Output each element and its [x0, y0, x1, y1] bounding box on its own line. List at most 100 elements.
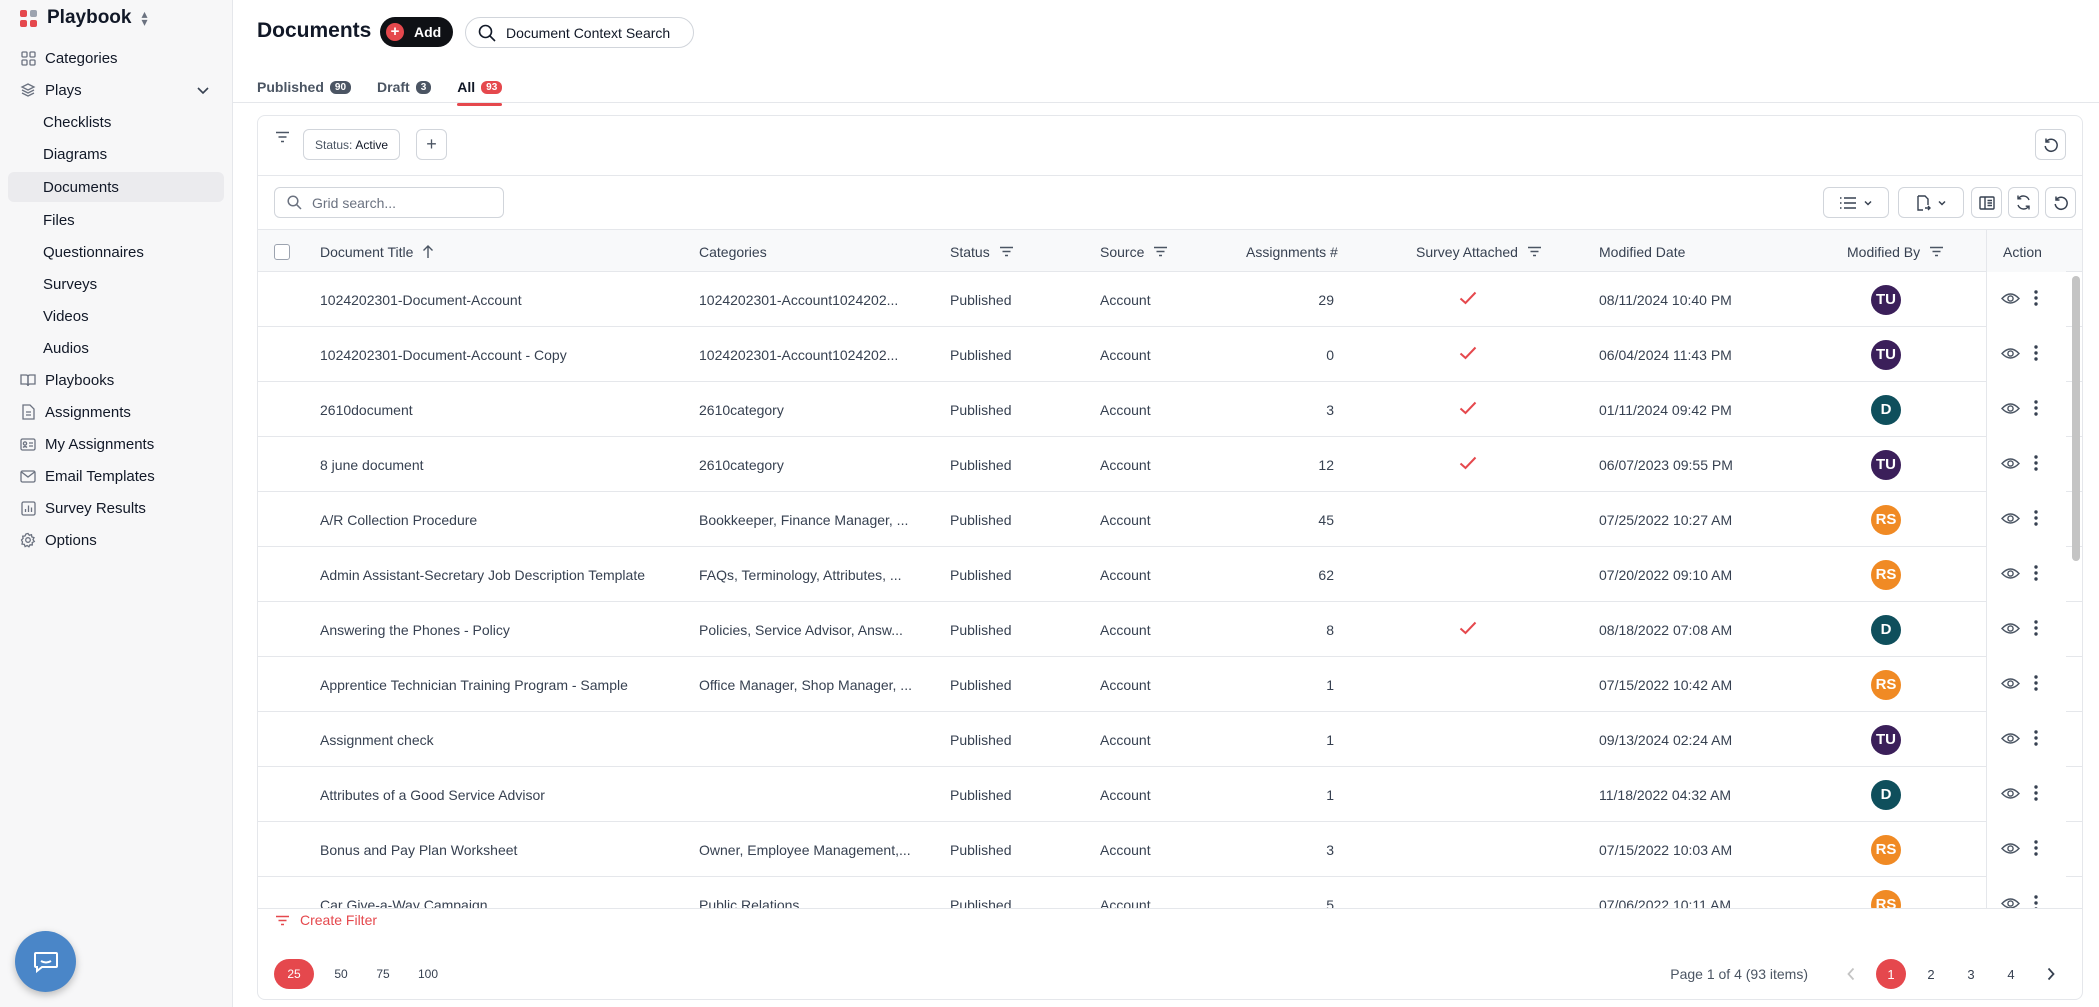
- create-filter-button[interactable]: Create Filter: [275, 912, 377, 928]
- table-row[interactable]: 1024202301-Document-Account 1024202301-Ac…: [258, 272, 2082, 327]
- avatar[interactable]: TU: [1871, 449, 1901, 480]
- cell-document-title[interactable]: 1024202301-Document-Account - Copy: [320, 327, 690, 382]
- avatar[interactable]: RS: [1871, 559, 1901, 590]
- cell-document-title[interactable]: 2610document: [320, 382, 690, 437]
- app-switcher[interactable]: Playbook ▴ ▾: [20, 3, 232, 33]
- more-options-icon[interactable]: [2034, 620, 2038, 639]
- sidebar-item-files[interactable]: Files: [0, 204, 232, 236]
- grid-search-input[interactable]: Grid search...: [274, 187, 504, 218]
- reset-grid-button[interactable]: [2045, 187, 2076, 218]
- cell-document-title[interactable]: A/R Collection Procedure: [320, 492, 690, 547]
- sidebar-item-assignments[interactable]: Assignments: [0, 396, 232, 428]
- sidebar-item-options[interactable]: Options: [0, 524, 232, 556]
- avatar[interactable]: D: [1871, 394, 1901, 425]
- sidebar-item-categories[interactable]: Categories: [0, 42, 232, 74]
- refresh-button[interactable]: [2008, 187, 2039, 218]
- avatar[interactable]: RS: [1871, 834, 1901, 865]
- add-filter-button[interactable]: +: [416, 129, 447, 160]
- export-dropdown[interactable]: [1898, 187, 1964, 218]
- chat-button[interactable]: [15, 931, 76, 992]
- table-row[interactable]: Apprentice Technician Training Program -…: [258, 657, 2082, 712]
- page-button[interactable]: 1: [1876, 959, 1906, 989]
- avatar[interactable]: TU: [1871, 724, 1901, 755]
- avatar[interactable]: D: [1871, 614, 1901, 645]
- sidebar-item-questionnaires[interactable]: Questionnaires: [0, 236, 232, 268]
- column-chooser-button[interactable]: [1971, 187, 2002, 218]
- table-row[interactable]: 1024202301-Document-Account - Copy 102420…: [258, 327, 2082, 382]
- table-row[interactable]: Car Give-a-Way Campaign Public Relations P…: [258, 877, 2082, 908]
- more-options-icon[interactable]: [2034, 290, 2038, 309]
- column-header-assignments[interactable]: Assignments #: [1246, 230, 1338, 273]
- more-options-icon[interactable]: [2034, 400, 2038, 419]
- column-header-survey-attached[interactable]: Survey Attached: [1416, 230, 1542, 273]
- cell-document-title[interactable]: Attributes of a Good Service Advisor: [320, 767, 690, 822]
- eye-icon[interactable]: [2001, 292, 2020, 308]
- eye-icon[interactable]: [2001, 897, 2020, 908]
- eye-icon[interactable]: [2001, 567, 2020, 583]
- eye-icon[interactable]: [2001, 457, 2020, 473]
- sidebar-item-surveys[interactable]: Surveys: [0, 268, 232, 300]
- eye-icon[interactable]: [2001, 732, 2020, 748]
- avatar[interactable]: RS: [1871, 669, 1901, 700]
- tab-all[interactable]: All 93: [457, 72, 503, 106]
- sidebar-item-plays[interactable]: Plays: [0, 74, 232, 106]
- next-page-button[interactable]: [2036, 959, 2066, 989]
- column-filter-icon[interactable]: [1153, 246, 1168, 257]
- avatar[interactable]: RS: [1871, 504, 1901, 535]
- cell-document-title[interactable]: Assignment check: [320, 712, 690, 767]
- more-options-icon[interactable]: [2034, 675, 2038, 694]
- column-filter-icon[interactable]: [1929, 246, 1944, 257]
- eye-icon[interactable]: [2001, 347, 2020, 363]
- table-row[interactable]: A/R Collection Procedure Bookkeeper, Fina…: [258, 492, 2082, 547]
- more-options-icon[interactable]: [2034, 895, 2038, 908]
- more-options-icon[interactable]: [2034, 345, 2038, 364]
- switcher-chevron-icon[interactable]: ▴ ▾: [141, 8, 147, 28]
- sidebar-item-survey-results[interactable]: Survey Results: [0, 492, 232, 524]
- column-header-title[interactable]: Document Title: [320, 230, 434, 273]
- eye-icon[interactable]: [2001, 512, 2020, 528]
- sidebar-item-email-templates[interactable]: Email Templates: [0, 460, 232, 492]
- status-filter-chip[interactable]: Status: Active: [303, 129, 401, 160]
- column-header-status[interactable]: Status: [950, 230, 1014, 273]
- eye-icon[interactable]: [2001, 677, 2020, 693]
- more-options-icon[interactable]: [2034, 730, 2038, 749]
- sidebar-item-my-assignments[interactable]: My Assignments: [0, 428, 232, 460]
- add-button[interactable]: + Add: [380, 17, 453, 47]
- select-all-checkbox-cell[interactable]: [274, 230, 290, 273]
- prev-page-button[interactable]: [1836, 959, 1866, 989]
- eye-icon[interactable]: [2001, 842, 2020, 858]
- sidebar-item-playbooks[interactable]: Playbooks: [0, 364, 232, 396]
- cell-document-title[interactable]: Bonus and Pay Plan Worksheet: [320, 822, 690, 877]
- page-size-option[interactable]: 75: [368, 959, 398, 989]
- select-all-checkbox[interactable]: [274, 243, 290, 260]
- page-button[interactable]: 4: [1996, 959, 2026, 989]
- column-filter-icon[interactable]: [999, 246, 1014, 257]
- page-size-option[interactable]: 100: [410, 959, 446, 989]
- more-options-icon[interactable]: [2034, 785, 2038, 804]
- eye-icon[interactable]: [2001, 787, 2020, 803]
- avatar[interactable]: RS: [1871, 889, 1901, 908]
- avatar[interactable]: D: [1871, 779, 1901, 810]
- avatar[interactable]: TU: [1871, 284, 1901, 315]
- column-header-modified-date[interactable]: Modified Date: [1599, 230, 1685, 273]
- sort-ascending-icon[interactable]: [422, 244, 434, 259]
- eye-icon[interactable]: [2001, 622, 2020, 638]
- table-row[interactable]: Attributes of a Good Service Advisor Publ…: [258, 767, 2082, 822]
- table-row[interactable]: Admin Assistant-Secretary Job Descriptio…: [258, 547, 2082, 602]
- cell-document-title[interactable]: 1024202301-Document-Account: [320, 272, 690, 327]
- page-size-option[interactable]: 50: [326, 959, 356, 989]
- table-row[interactable]: Answering the Phones - Policy Policies, S…: [258, 602, 2082, 657]
- sidebar-item-documents[interactable]: Documents: [8, 172, 224, 202]
- column-header-modified-by[interactable]: Modified By: [1847, 230, 1944, 273]
- filter-icon[interactable]: [275, 130, 290, 147]
- sidebar-item-diagrams[interactable]: Diagrams: [0, 138, 232, 170]
- eye-icon[interactable]: [2001, 402, 2020, 418]
- cell-document-title[interactable]: Admin Assistant-Secretary Job Descriptio…: [320, 547, 690, 602]
- table-row[interactable]: Bonus and Pay Plan Worksheet Owner, Emplo…: [258, 822, 2082, 877]
- table-row[interactable]: Assignment check Published Account 1 09/13/2…: [258, 712, 2082, 767]
- cell-document-title[interactable]: Answering the Phones - Policy: [320, 602, 690, 657]
- sidebar-item-checklists[interactable]: Checklists: [0, 106, 232, 138]
- sidebar-item-audios[interactable]: Audios: [0, 332, 232, 364]
- more-options-icon[interactable]: [2034, 565, 2038, 584]
- cell-document-title[interactable]: Car Give-a-Way Campaign: [320, 877, 690, 909]
